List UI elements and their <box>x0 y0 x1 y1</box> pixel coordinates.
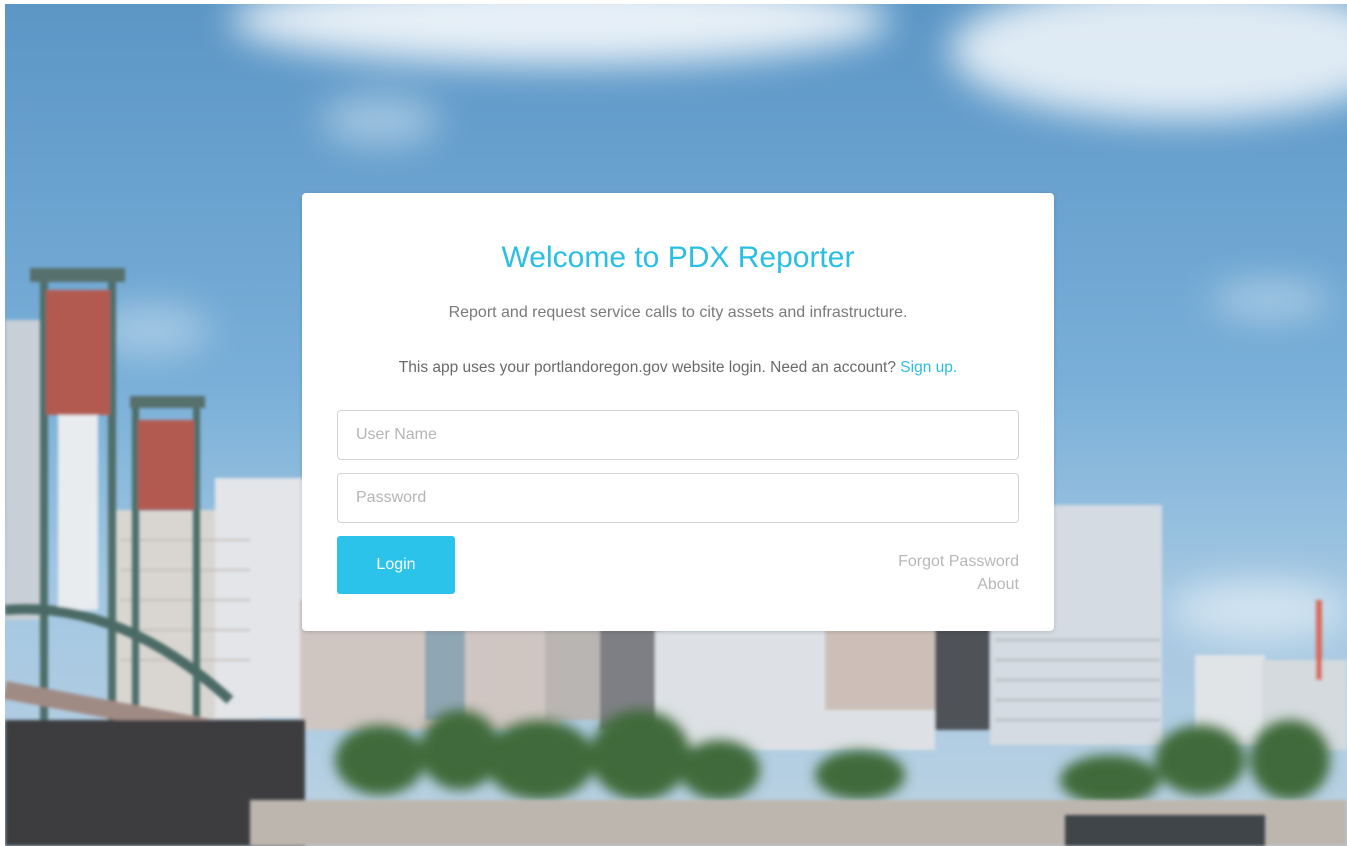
forgot-password-link[interactable]: Forgot Password <box>898 550 1019 573</box>
username-input[interactable] <box>337 410 1019 460</box>
subtitle-text: Report and request service calls to city… <box>448 304 908 321</box>
page-title: Welcome to PDX Reporter <box>501 241 855 274</box>
about-link[interactable]: About <box>898 573 1019 596</box>
login-notice-text: This app uses your portlandoregon.gov we… <box>398 359 901 376</box>
secondary-links: Forgot Password About <box>898 550 1019 596</box>
sign-up-link[interactable]: Sign up. <box>900 359 957 376</box>
top-edge <box>0 0 1347 4</box>
login-notice: This app uses your portlandoregon.gov we… <box>302 359 1054 377</box>
login-card: Welcome to PDX Reporter Report and reque… <box>302 193 1054 631</box>
login-page: Welcome to PDX Reporter Report and reque… <box>0 0 1347 846</box>
left-edge <box>0 0 5 846</box>
login-button[interactable]: Login <box>337 536 455 594</box>
password-input[interactable] <box>337 473 1019 523</box>
